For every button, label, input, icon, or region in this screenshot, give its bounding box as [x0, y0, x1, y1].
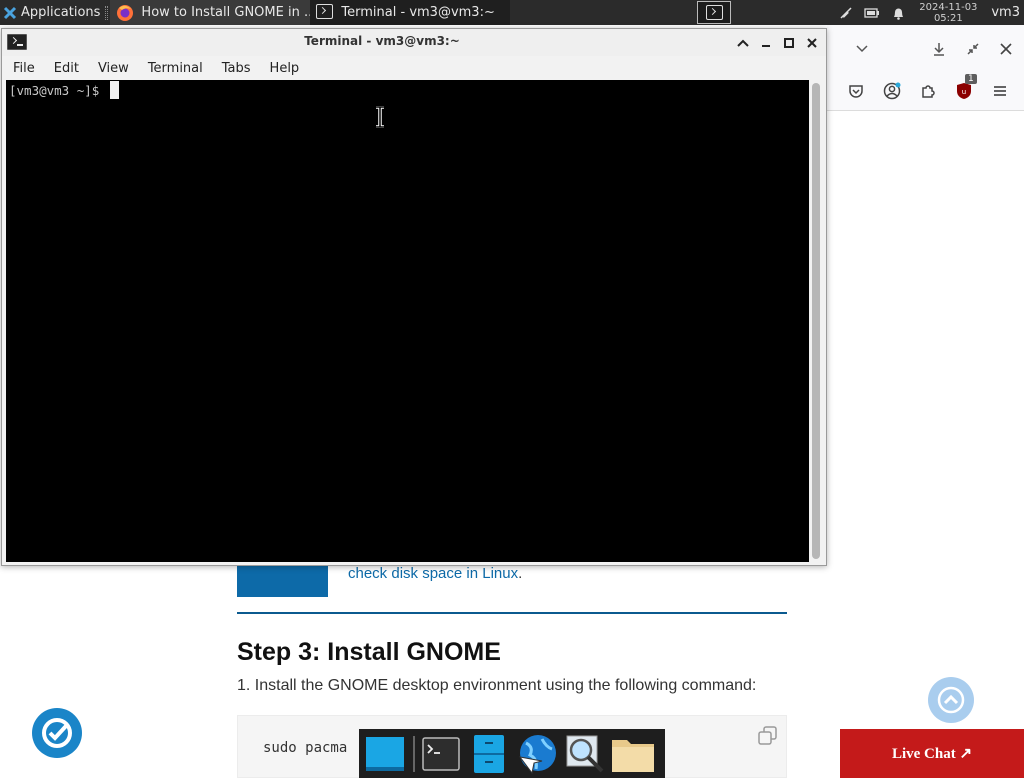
terminal-menubar: File Edit View Terminal Tabs Help [2, 56, 826, 80]
taskbar-terminal-window[interactable]: Terminal - vm3@vm3:~ [310, 0, 511, 25]
link-suffix: . [518, 565, 523, 582]
maximize-window-icon[interactable] [779, 33, 799, 52]
dock-app-finder[interactable] [563, 732, 607, 776]
taskbar-browser-window[interactable]: How to Install GNOME in ... [110, 0, 311, 25]
close-window-icon[interactable] [802, 33, 822, 52]
terminal-screen[interactable]: [vm3@vm3 ~]$ [6, 80, 809, 562]
terminal-title: Terminal - vm3@vm3:~ [304, 34, 460, 48]
dock-web-browser[interactable] [515, 732, 559, 776]
folder-icon [612, 739, 654, 772]
user-menu[interactable]: vm3 [991, 5, 1020, 20]
svg-text:u: u [962, 88, 966, 96]
network-disconnected-icon[interactable] [835, 0, 857, 25]
section-divider [237, 612, 787, 614]
dock-separator [413, 735, 415, 772]
top-panel: Applications How to Install GNOME in ...… [0, 0, 1024, 25]
extension-badge-count: 1 [965, 74, 977, 84]
menu-edit[interactable]: Edit [43, 61, 87, 76]
step-heading: Step 3: Install GNOME [237, 638, 501, 666]
download-icon[interactable] [928, 38, 950, 60]
menu-file[interactable]: File [2, 61, 43, 76]
terminal-scrollbar[interactable] [810, 80, 824, 562]
dock-file-manager[interactable] [467, 732, 511, 776]
shell-prompt-line: [vm3@vm3 ~]$ [9, 81, 119, 99]
pocket-icon[interactable] [845, 80, 867, 102]
terminal-titlebar[interactable]: Terminal - vm3@vm3:~ [2, 29, 826, 56]
code-text: sudo pacma [263, 740, 348, 756]
clock[interactable]: 2024-11-03 05:21 [911, 2, 985, 24]
taskbar-browser-label: How to Install GNOME in ... [141, 5, 311, 20]
menu-terminal[interactable]: Terminal [137, 61, 211, 76]
scroll-to-top-button[interactable] [928, 677, 974, 723]
terminal-emulator-icon [422, 736, 460, 771]
workspace-switcher[interactable] [697, 1, 731, 24]
dock-home-folder[interactable] [611, 732, 655, 776]
menu-view[interactable]: View [87, 61, 137, 76]
panel-separator [105, 5, 109, 20]
hamburger-menu-icon[interactable] [989, 80, 1011, 102]
extensions-puzzle-icon[interactable] [917, 80, 939, 102]
disk-space-link[interactable]: check disk space in Linux [348, 565, 518, 582]
close-browser-icon[interactable] [995, 38, 1017, 60]
browser-extension-toolbar: u 1 [827, 74, 1024, 104]
tab-list-chevron-icon[interactable] [851, 38, 873, 60]
web-browser-globe-icon [518, 734, 556, 774]
dock-terminal[interactable] [419, 732, 463, 776]
text-cursor [109, 81, 119, 99]
live-chat-button[interactable]: Live Chat ↗ [840, 729, 1024, 778]
show-desktop-icon [366, 736, 404, 771]
system-tray: 2024-11-03 05:21 vm3 [833, 0, 1024, 25]
account-icon[interactable] [881, 80, 903, 102]
site-logo-icon[interactable] [32, 708, 82, 758]
terminal-window: Terminal - vm3@vm3:~ File Edit View Term… [1, 28, 827, 566]
step-paragraph: 1. Install the GNOME desktop environment… [237, 677, 757, 694]
battery-icon[interactable] [861, 0, 883, 25]
firefox-icon [117, 4, 134, 21]
restore-window-icon[interactable] [962, 38, 984, 60]
menu-tabs[interactable]: Tabs [211, 61, 259, 76]
menu-help[interactable]: Help [259, 61, 308, 76]
notification-bell-icon[interactable] [887, 0, 909, 25]
applications-menu[interactable]: Applications [0, 0, 103, 25]
magnifier-search-icon [566, 735, 604, 772]
terminal-icon [316, 3, 334, 22]
related-post-thumbnail[interactable] [237, 565, 328, 597]
browser-tab-controls [827, 38, 1024, 60]
ibeam-cursor-icon [376, 106, 384, 128]
clock-time: 05:21 [933, 12, 963, 24]
copy-icon[interactable] [758, 726, 777, 745]
taskbar-terminal-label: Terminal - vm3@vm3:~ [341, 5, 495, 20]
workspace-terminal-icon [705, 5, 723, 20]
dock-show-desktop[interactable] [363, 732, 407, 776]
xfce-logo-icon [3, 6, 17, 19]
shell-prompt: [vm3@vm3 ~]$ [9, 83, 107, 98]
related-article-text: check disk space in Linux. [348, 565, 522, 582]
file-cabinet-icon [474, 734, 504, 773]
shade-window-icon[interactable] [733, 33, 753, 52]
applications-label: Applications [21, 5, 101, 20]
minimize-window-icon[interactable] [756, 33, 776, 52]
scrollbar-thumb[interactable] [812, 83, 820, 559]
dock [359, 729, 665, 778]
clock-date: 2024-11-03 [919, 1, 978, 13]
ublock-origin-icon[interactable]: u 1 [953, 74, 977, 102]
